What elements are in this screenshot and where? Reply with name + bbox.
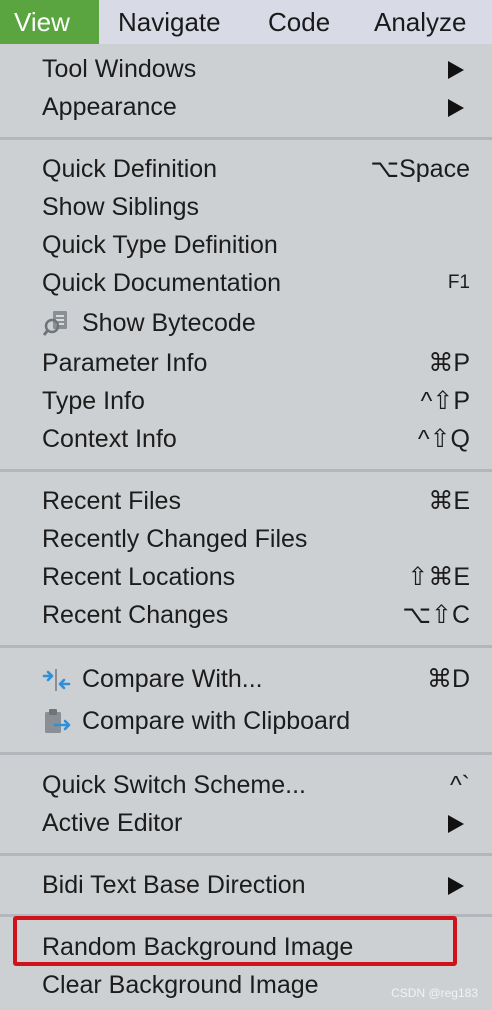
- menu-item-recent-changes[interactable]: Recent Changes ⌥⇧C: [0, 596, 492, 634]
- bytecode-search-icon: [42, 309, 72, 339]
- menu-item-recent-locations[interactable]: Recent Locations ⇧⌘E: [0, 558, 492, 596]
- menubar-item-code[interactable]: Code: [254, 0, 344, 44]
- submenu-arrow-icon: [448, 99, 464, 117]
- menu-item-label: Recent Files: [42, 487, 181, 515]
- menu-item-quick-switch-scheme[interactable]: Quick Switch Scheme... ^`: [0, 766, 492, 804]
- menu-item-quick-type-definition[interactable]: Quick Type Definition: [0, 226, 492, 264]
- clipboard-compare-icon: [42, 707, 72, 737]
- menu-item-bidi-text-base-direction[interactable]: Bidi Text Base Direction: [0, 866, 492, 904]
- menu-item-label: Recently Changed Files: [42, 525, 308, 553]
- menu-separator: [0, 469, 492, 472]
- menu-item-parameter-info[interactable]: Parameter Info ⌘P: [0, 344, 492, 382]
- menu-separator: [0, 853, 492, 856]
- menu-item-label: Recent Changes: [42, 601, 229, 629]
- menu-item-recently-changed-files[interactable]: Recently Changed Files: [0, 520, 492, 558]
- menubar-item-analyze[interactable]: Analyze: [360, 0, 481, 44]
- menu-item-quick-documentation[interactable]: Quick Documentation F1: [0, 264, 492, 302]
- menu-item-shortcut: ⇧⌘E: [407, 563, 470, 591]
- menu-item-label: Quick Definition: [42, 155, 218, 183]
- menu-item-label: Tool Windows: [42, 55, 197, 83]
- menu-item-shortcut: ⌘E: [428, 487, 470, 515]
- menu-item-label: Active Editor: [42, 809, 183, 837]
- menu-item-show-bytecode[interactable]: Show Bytecode: [0, 304, 492, 342]
- menu-item-label: Show Siblings: [42, 193, 200, 221]
- menu-item-shortcut: ⌘D: [426, 665, 470, 693]
- menu-separator: [0, 752, 492, 755]
- menu-item-label: Recent Locations: [42, 563, 236, 591]
- menu-item-context-info[interactable]: Context Info ^⇧Q: [0, 420, 492, 458]
- menu-item-type-info[interactable]: Type Info ^⇧P: [0, 382, 492, 420]
- menu-item-label: Quick Type Definition: [42, 231, 278, 259]
- menu-item-compare-with-clipboard[interactable]: Compare with Clipboard: [0, 702, 492, 740]
- menu-item-tool-windows[interactable]: Tool Windows: [0, 50, 492, 88]
- menu-item-label: Compare With...: [82, 665, 263, 693]
- menu-item-shortcut: ^⇧Q: [417, 425, 470, 453]
- menubar-item-navigate[interactable]: Navigate: [104, 0, 235, 44]
- menu-separator: [0, 645, 492, 648]
- menu-item-show-siblings[interactable]: Show Siblings: [0, 188, 492, 226]
- menu-item-shortcut: F1: [447, 272, 470, 293]
- menu-item-active-editor[interactable]: Active Editor: [0, 804, 492, 842]
- view-menu: Tool Windows Appearance Quick Definition…: [0, 44, 492, 1010]
- menu-item-label: Appearance: [42, 93, 177, 121]
- menu-item-label: Context Info: [42, 425, 177, 453]
- menu-item-compare-with[interactable]: Compare With... ⌘D: [0, 660, 492, 698]
- menu-item-label: Quick Documentation: [42, 269, 282, 297]
- watermark: CSDN @reg183: [391, 986, 478, 1000]
- menu-item-shortcut: ^`: [449, 771, 470, 799]
- menubar: View Navigate Code Analyze: [0, 0, 492, 44]
- menu-separator: [0, 137, 492, 140]
- menu-item-label: Compare with Clipboard: [82, 707, 351, 735]
- menu-item-label: Bidi Text Base Direction: [42, 871, 306, 899]
- menubar-item-view[interactable]: View: [0, 0, 99, 44]
- menu-item-shortcut: ⌥Space: [370, 155, 470, 183]
- submenu-arrow-icon: [448, 877, 464, 895]
- highlight-annotation-box: [13, 916, 457, 966]
- menu-item-label: Type Info: [42, 387, 145, 415]
- menu-item-recent-files[interactable]: Recent Files ⌘E: [0, 482, 492, 520]
- menu-item-appearance[interactable]: Appearance: [0, 88, 492, 126]
- submenu-arrow-icon: [448, 61, 464, 79]
- menu-item-label: Quick Switch Scheme...: [42, 771, 306, 799]
- menu-item-label: Show Bytecode: [82, 309, 256, 337]
- menu-item-shortcut: ⌥⇧C: [402, 601, 470, 629]
- menu-item-quick-definition[interactable]: Quick Definition ⌥Space: [0, 150, 492, 188]
- menu-item-label: Clear Background Image: [42, 971, 319, 999]
- menu-item-shortcut: ⌘P: [428, 349, 470, 377]
- menu-item-label: Parameter Info: [42, 349, 208, 377]
- submenu-arrow-icon: [448, 815, 464, 833]
- compare-arrows-icon: [42, 665, 72, 695]
- menu-item-shortcut: ^⇧P: [420, 387, 470, 415]
